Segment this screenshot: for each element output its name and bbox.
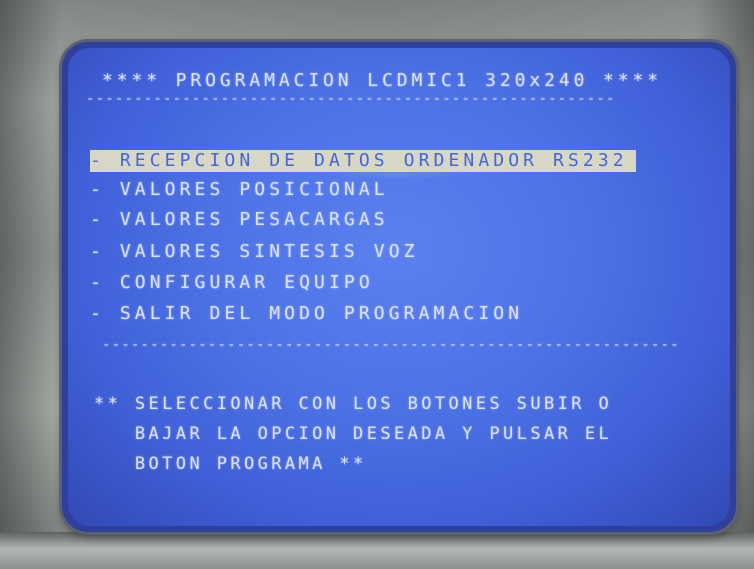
menu-item-valores-pesacargas[interactable]: - VALORES PESACARGAS bbox=[90, 209, 389, 231]
menu-item-salir-modo-programacion[interactable]: - SALIR DEL MODO PROGRAMACION bbox=[90, 303, 523, 325]
menu-item-valores-posicional[interactable]: - VALORES POSICIONAL bbox=[90, 179, 389, 201]
instruction-line-2: BAJAR LA OPCION DESEADA Y PULSAR EL bbox=[94, 424, 613, 444]
bezel-bottom-band bbox=[0, 532, 754, 569]
instruction-line-3: BOTON PROGRAMA ** bbox=[94, 454, 367, 474]
top-divider: ----------------------------------------… bbox=[86, 91, 616, 107]
lcd-screen: **** PROGRAMACION LCDMIC1 320x240 **** -… bbox=[68, 48, 730, 526]
menu-item-configurar-equipo[interactable]: - CONFIGURAR EQUIPO bbox=[90, 272, 374, 294]
bottom-divider: ----------------------------------------… bbox=[102, 337, 680, 353]
instruction-line-1: ** SELECCIONAR CON LOS BOTONES SUBIR O bbox=[94, 394, 613, 414]
menu-item-valores-sintesis-voz[interactable]: - VALORES SINTESIS VOZ bbox=[90, 241, 419, 263]
menu-item-recepcion-datos[interactable]: - RECEPCION DE DATOS ORDENADOR RS232 bbox=[90, 150, 636, 172]
